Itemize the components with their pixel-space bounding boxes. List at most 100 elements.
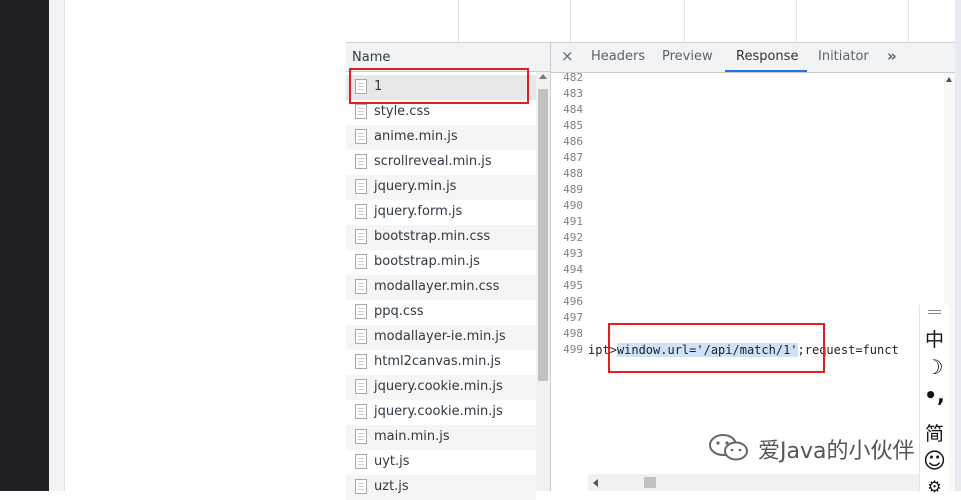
- request-row[interactable]: bootstrap.min.css: [346, 225, 536, 250]
- line-number: 498: [563, 327, 583, 340]
- request-name: jquery.cookie.min.js: [374, 379, 503, 394]
- annotation-box-code: [608, 323, 825, 373]
- timeline-divider: [458, 0, 459, 42]
- line-number: 488: [563, 167, 583, 180]
- request-name: jquery.form.js: [374, 204, 463, 219]
- network-timeline-overview[interactable]: [346, 0, 955, 43]
- ime-simplified-toggle[interactable]: 简: [920, 419, 949, 446]
- file-icon: [355, 329, 367, 344]
- line-number: 486: [563, 135, 583, 148]
- line-number: 490: [563, 199, 583, 212]
- request-row[interactable]: jquery.form.js: [346, 200, 536, 225]
- more-tabs-icon[interactable]: »: [887, 47, 897, 65]
- file-icon: [355, 479, 367, 494]
- request-row[interactable]: main.min.js: [346, 425, 536, 450]
- ime-drag-handle[interactable]: [928, 310, 941, 311]
- request-name: jquery.min.js: [374, 179, 457, 194]
- scroll-up-arrow-icon[interactable]: [539, 74, 547, 79]
- request-name: bootstrap.min.js: [374, 254, 480, 269]
- file-icon: [355, 304, 367, 319]
- active-tab-indicator: [725, 70, 807, 72]
- moon-icon[interactable]: ☽: [920, 355, 949, 379]
- request-row[interactable]: anime.min.js: [346, 125, 536, 150]
- request-name: modallayer.min.css: [374, 279, 500, 294]
- scrollbar-thumb[interactable]: [644, 477, 656, 488]
- settings-icon[interactable]: ⚙: [920, 477, 949, 496]
- file-icon: [355, 379, 367, 394]
- request-name: modallayer-ie.min.js: [374, 329, 506, 344]
- tab-headers[interactable]: Headers: [591, 49, 645, 64]
- name-column-header[interactable]: Name: [352, 50, 390, 65]
- request-row[interactable]: jquery.cookie.min.js: [346, 400, 536, 425]
- line-number: 487: [563, 151, 583, 164]
- line-number: 493: [563, 247, 583, 260]
- file-icon: [355, 454, 367, 469]
- line-number: 484: [563, 103, 583, 116]
- desktop-edge: [955, 0, 961, 491]
- watermark-text: 爱Java的小伙伴: [758, 439, 915, 464]
- request-row[interactable]: jquery.cookie.min.js: [346, 375, 536, 400]
- timeline-divider: [570, 0, 571, 42]
- file-icon: [355, 179, 367, 194]
- ime-language-toggle[interactable]: 中: [920, 325, 949, 352]
- request-name: uyt.js: [374, 454, 410, 469]
- tab-preview[interactable]: Preview: [662, 49, 713, 64]
- request-list-scrollbar[interactable]: [536, 72, 550, 491]
- file-icon: [355, 354, 367, 369]
- timeline-divider: [684, 0, 685, 42]
- watermark: 爱Java的小伙伴: [706, 432, 914, 464]
- request-name: scrollreveal.min.js: [374, 154, 492, 169]
- request-row[interactable]: modallayer.min.css: [346, 275, 536, 300]
- annotation-box-request: [349, 68, 529, 104]
- line-number: 492: [563, 231, 583, 244]
- request-row[interactable]: modallayer-ie.min.js: [346, 325, 536, 350]
- timeline-divider: [908, 0, 909, 42]
- file-icon: [355, 254, 367, 269]
- request-name: jquery.cookie.min.js: [374, 404, 503, 419]
- timeline-divider: [796, 0, 797, 42]
- scroll-left-arrow-icon[interactable]: [593, 479, 598, 487]
- request-name: bootstrap.min.css: [374, 229, 491, 244]
- wechat-icon: [709, 434, 748, 461]
- line-number: 497: [563, 311, 583, 324]
- tab-response[interactable]: Response: [736, 49, 798, 64]
- request-name: ppq.css: [374, 304, 424, 319]
- request-row[interactable]: html2canvas.min.js: [346, 350, 536, 375]
- request-row[interactable]: scrollreveal.min.js: [346, 150, 536, 175]
- page-content: [64, 0, 347, 491]
- request-name: main.min.js: [374, 429, 450, 444]
- line-number: 485: [563, 119, 583, 132]
- punctuation-toggle[interactable]: •,: [920, 383, 949, 407]
- request-row[interactable]: bootstrap.min.js: [346, 250, 536, 275]
- request-name: style.css: [374, 104, 430, 119]
- request-name: anime.min.js: [374, 129, 458, 144]
- request-row[interactable]: uzt.js: [346, 475, 536, 500]
- file-icon: [355, 104, 367, 119]
- request-row[interactable]: jquery.min.js: [346, 175, 536, 200]
- file-icon: [355, 129, 367, 144]
- file-icon: [355, 154, 367, 169]
- scrollbar-thumb[interactable]: [538, 89, 548, 381]
- file-icon: [355, 404, 367, 419]
- line-number: 499: [563, 343, 583, 356]
- ime-toolbar[interactable]: 中 ☽ •, 简 ☺ ⚙: [919, 305, 949, 496]
- request-row[interactable]: ppq.css: [346, 300, 536, 325]
- request-name: html2canvas.min.js: [374, 354, 501, 369]
- emoji-icon[interactable]: ☺: [920, 449, 949, 474]
- file-icon: [355, 429, 367, 444]
- line-number: 496: [563, 295, 583, 308]
- request-list-panel: Name 1 style.css anime.min.js scrollreveal.…: [346, 43, 551, 500]
- response-panel: × Headers Preview Response Initiator » 4…: [551, 43, 955, 491]
- file-icon: [355, 204, 367, 219]
- response-horizontal-scrollbar[interactable]: [588, 474, 944, 491]
- sidebar-dark-strip: [0, 0, 49, 491]
- line-number-gutter: 482 483 484 485 486 487 488 489 490 491 492 493 494 4…: [551, 71, 586, 491]
- close-icon[interactable]: ×: [561, 47, 574, 65]
- request-row[interactable]: uyt.js: [346, 450, 536, 475]
- line-number: 495: [563, 279, 583, 292]
- line-number: 494: [563, 263, 583, 276]
- scroll-up-arrow-icon[interactable]: [946, 77, 952, 82]
- tab-initiator[interactable]: Initiator: [818, 49, 869, 64]
- request-name: uzt.js: [374, 479, 409, 494]
- line-number: 489: [563, 183, 583, 196]
